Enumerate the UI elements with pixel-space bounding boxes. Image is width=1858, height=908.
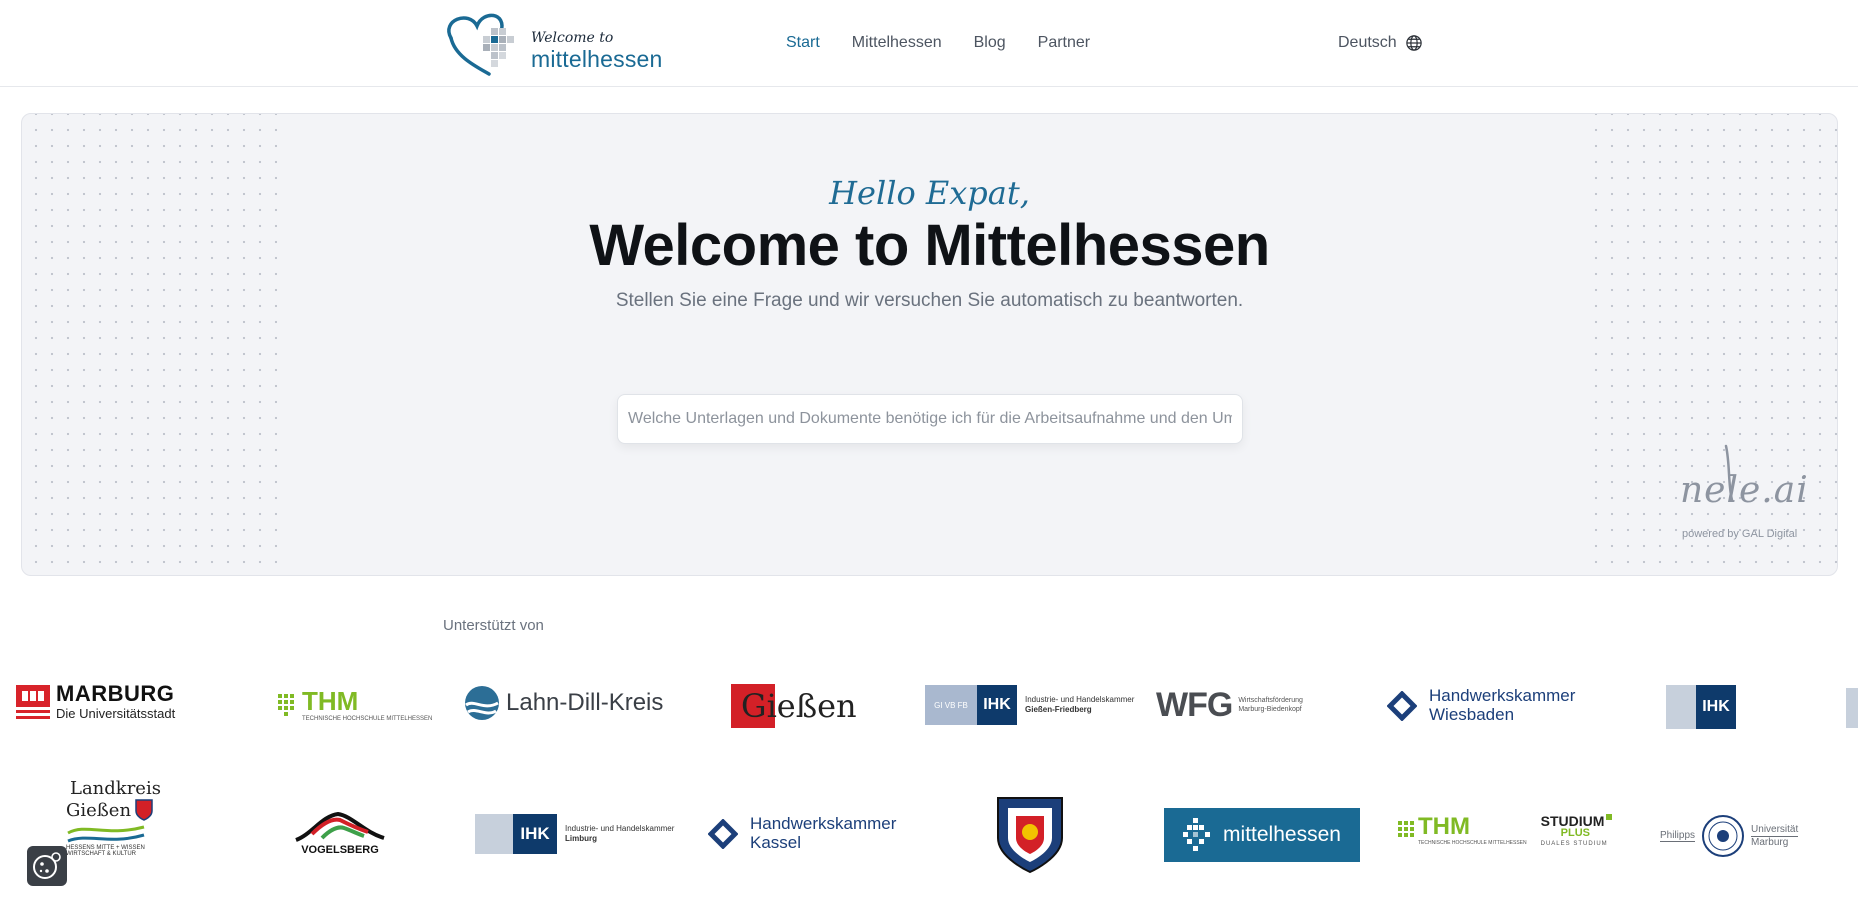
logo-lahn-dill-kreis[interactable]: Lahn-Dill-Kreis [464, 685, 663, 721]
partner-logos-row-1: MARBURG Die Universitätsstadt THM TECHNI… [0, 680, 1858, 730]
ihk-gf-badge: IHK [977, 685, 1017, 725]
ihk-small-badge: IHK [1696, 685, 1736, 729]
nav-start[interactable]: Start [786, 34, 820, 52]
uni-universitaet: Universität [1751, 823, 1799, 837]
logo-uni-marburg[interactable]: Philipps Universität Marburg [1660, 814, 1799, 858]
supported-by-label: Unterstützt von [443, 617, 544, 634]
mittelhessen-banner-text: mittelhessen [1223, 823, 1341, 846]
nele-ai-badge[interactable]: nele.ai powered by GAL Digital [1660, 444, 1820, 554]
duales-studium-label: DUALES STUDIUM [1540, 841, 1608, 847]
main-nav: Start Mittelhessen Blog Partner [786, 34, 1090, 52]
uni-seal-icon [1702, 815, 1745, 857]
logo-ihk-giessen-friedberg[interactable]: GI VB FB IHK Industrie- und Handelskamme… [925, 685, 1134, 725]
ihk-limburg-badge: IHK [513, 814, 557, 854]
hwk-kassel-line1: Handwerkskammer [750, 814, 897, 833]
question-input[interactable] [618, 395, 1242, 443]
cookie-icon [33, 852, 61, 879]
wfg-line2: Marburg-Biedenkopf [1238, 705, 1302, 713]
lk-line4: WIRTSCHAFT & KULTUR [66, 851, 137, 857]
logo-thm[interactable]: THM TECHNISCHE HOCHSCHULE MITTELHESSEN [278, 688, 432, 722]
logo-hessen-crest[interactable] [994, 794, 1066, 874]
logo-text-welcome: Welcome to [531, 30, 614, 46]
lk-crest-icon [135, 799, 153, 821]
vogelsberg-name: VOGELSBERG [301, 844, 379, 856]
hwk-wi-line1: Handwerkskammer [1429, 686, 1576, 705]
wfg-line1: Wirtschaftsförderung [1238, 697, 1303, 705]
heart-logo-icon [447, 13, 514, 76]
hwk-diamond-icon [1387, 690, 1417, 721]
nav-blog[interactable]: Blog [974, 34, 1006, 52]
ihk-limburg-line2: Limburg [565, 834, 597, 843]
hero-title: Welcome to Mittelhessen [589, 213, 1270, 278]
logo-wfg[interactable]: WFG Wirtschaftsförderung Marburg-Biedenk… [1156, 686, 1303, 725]
cookie-settings-button[interactable] [27, 846, 67, 886]
logo-mittelhessen-banner[interactable]: mittelhessen [1164, 808, 1360, 862]
lk-line1: Landkreis [70, 778, 161, 799]
logo-marburg[interactable]: MARBURG Die Universitätsstadt [16, 683, 175, 720]
language-selector[interactable]: Deutsch [1338, 34, 1423, 52]
thm-grid-icon [278, 694, 294, 716]
wfg-name: WFG [1156, 686, 1233, 724]
logo-partial-edge [1846, 688, 1858, 728]
ihk-gf-line2: Gießen-Friedberg [1025, 705, 1092, 714]
ihk-gf-line1: Industrie- und Handelskammer [1025, 695, 1135, 705]
nele-powered-by: powered by GAL Digital [1682, 528, 1798, 540]
thm-plus-grid-icon [1398, 820, 1414, 837]
logo-giessen[interactable]: Gießen [731, 684, 857, 728]
ldk-name: Lahn-Dill-Kreis [506, 689, 664, 716]
thm-plus-subtitle: TECHNISCHE HOCHSCHULE MITTELHESSEN [1418, 840, 1527, 846]
hwk-wi-line2: Wiesbaden [1429, 704, 1515, 724]
nele-logo-text: nele.ai [1680, 470, 1809, 511]
hwk-kassel-diamond-icon [708, 818, 738, 849]
hero-subtitle: Stellen Sie eine Frage und wir versuchen… [615, 290, 1244, 311]
thm-name: THM [302, 686, 359, 716]
logo-hwk-wiesbaden[interactable]: Handwerkskammer Wiesbaden [1387, 686, 1576, 724]
studium-label: STUDIUM [1540, 813, 1605, 829]
lk-hills-icon [67, 825, 145, 843]
question-search-box [617, 394, 1243, 444]
logo-hwk-kassel[interactable]: Handwerkskammer Kassel [708, 814, 897, 852]
site-header: Welcome to mittelhessen Start Mittelhess… [0, 0, 1858, 87]
ldk-wave-icon [465, 686, 499, 720]
logo-thm-studium-plus[interactable]: THM TECHNISCHE HOCHSCHULE MITTELHESSEN S… [1398, 813, 1613, 847]
hwk-kassel-line2: Kassel [750, 832, 802, 852]
marburg-tagline: Die Universitätsstadt [56, 706, 176, 721]
globe-icon [1405, 35, 1422, 51]
thm-plus-name: THM [1418, 813, 1470, 840]
plus-label: PLUS [1560, 827, 1590, 839]
logo-landkreis-giessen[interactable]: Landkreis Gießen HESSENS MITTE + WISSEN … [66, 778, 161, 857]
lion-crest-icon [997, 797, 1063, 874]
partner-logos-row-2: Landkreis Gießen HESSENS MITTE + WISSEN … [0, 778, 1858, 880]
logo-ihk-limburg[interactable]: IHK Industrie- und Handelskammer Limburg [475, 814, 674, 854]
thm-subtitle: TECHNISCHE HOCHSCHULE MITTELHESSEN [302, 716, 433, 722]
site-logo[interactable]: Welcome to mittelhessen [441, 8, 662, 80]
lk-line2: Gießen [66, 799, 132, 821]
marburg-emblem-icon [16, 684, 50, 719]
mittelhessen-pixel-icon [1183, 818, 1211, 851]
giessen-name: Gießen [741, 687, 857, 725]
vogelsberg-mountain-icon [295, 811, 385, 842]
marburg-name: MARBURG [56, 681, 175, 706]
ihk-limburg-line1: Industrie- und Handelskammer [565, 824, 675, 834]
logo-ihk-small[interactable]: IHK [1666, 685, 1736, 729]
nav-mittelhessen[interactable]: Mittelhessen [852, 34, 942, 52]
logo-text-mittelhessen: mittelhessen [531, 46, 663, 72]
uni-philipps: Philipps [1660, 830, 1696, 842]
hero-section: Hello Expat, Welcome to Mittelhessen Ste… [21, 113, 1838, 576]
nav-partner[interactable]: Partner [1038, 34, 1090, 52]
hero-greeting: Hello Expat, [829, 174, 1030, 212]
uni-marburg: Marburg [1751, 836, 1789, 848]
logo-vogelsberg[interactable]: VOGELSBERG [292, 810, 388, 856]
language-label: Deutsch [1338, 34, 1397, 51]
